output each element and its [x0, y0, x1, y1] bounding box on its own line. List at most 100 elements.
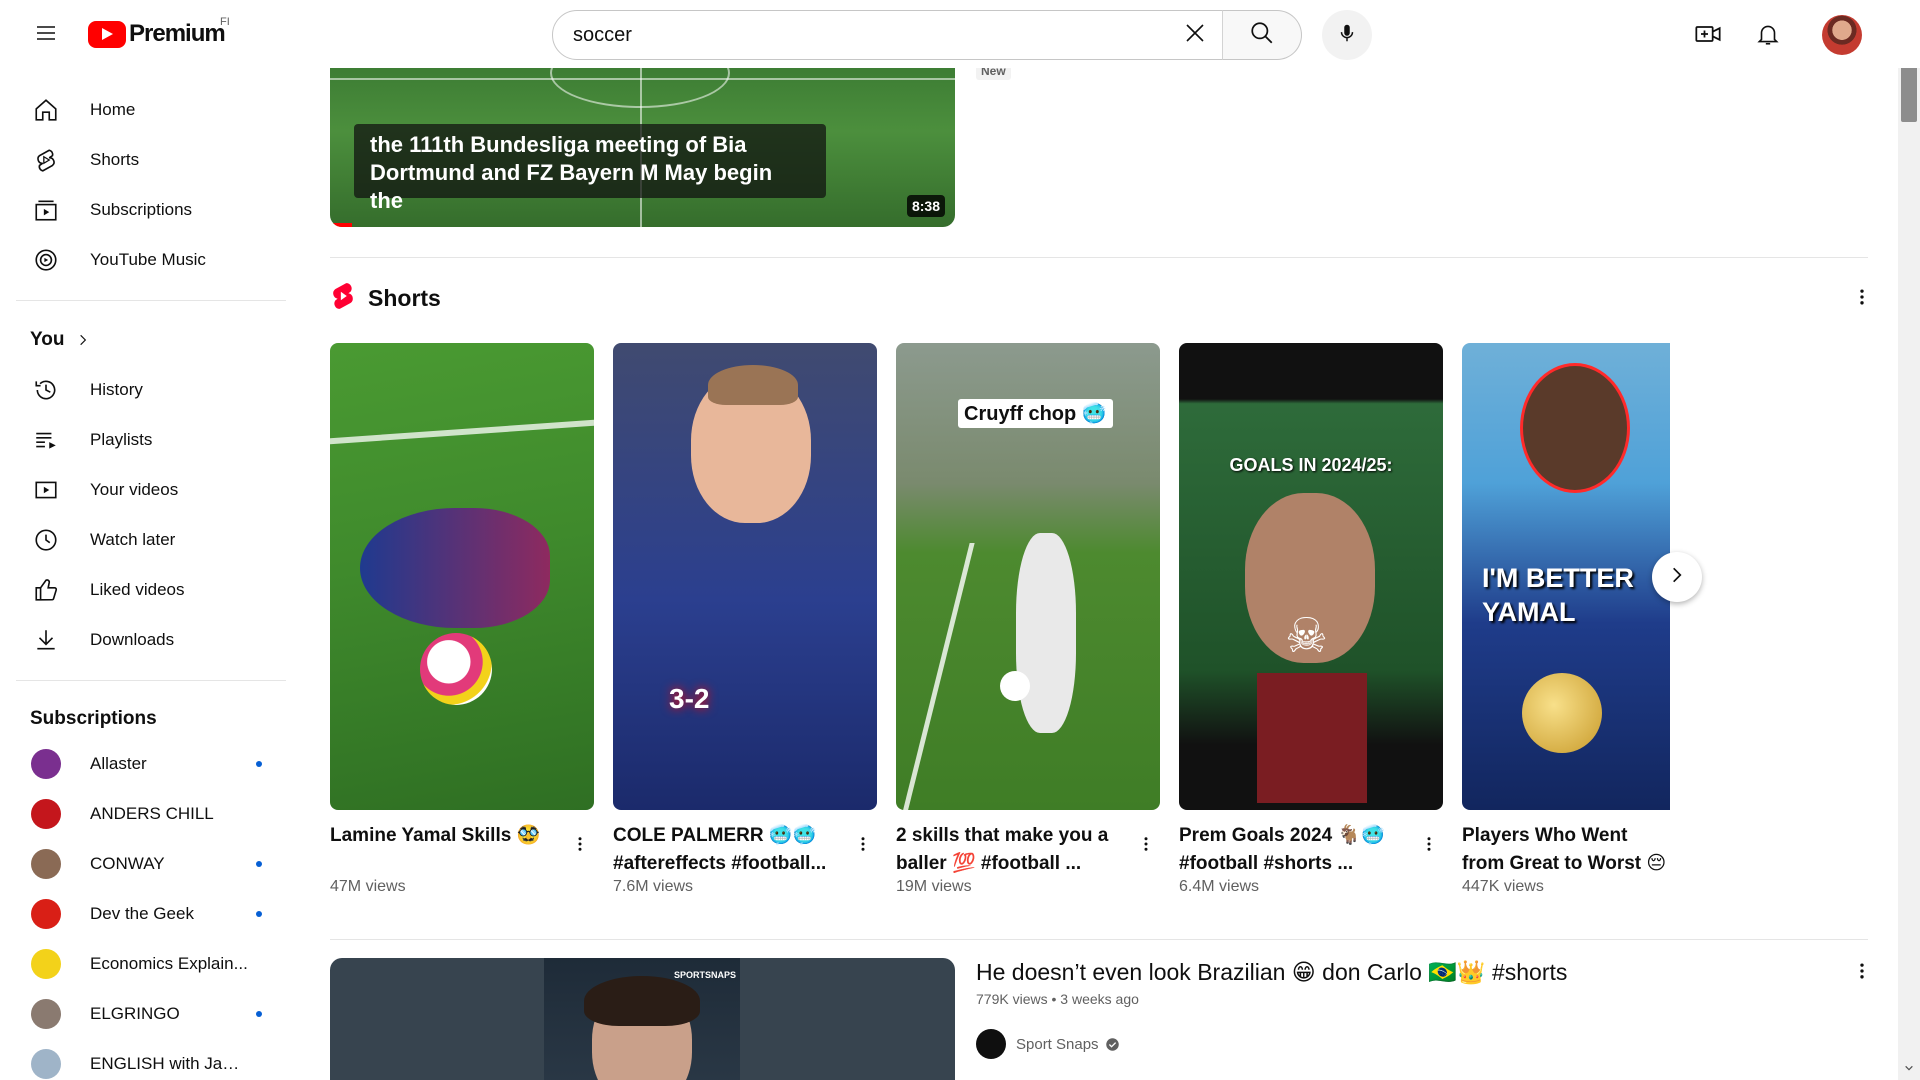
subscription-avatar-wrap — [16, 990, 76, 1038]
sidebar-item-label: Home — [90, 100, 136, 119]
short-more-button[interactable] — [1132, 828, 1160, 864]
short-more-button[interactable] — [1415, 828, 1443, 864]
channel-avatar — [31, 949, 61, 979]
menu-button[interactable] — [26, 15, 66, 55]
page-scrollbar[interactable] — [1898, 0, 1920, 1080]
subscription-label: ELGRINGO — [90, 1004, 180, 1023]
short-overlay-text: GOALS IN 2024/25: — [1229, 455, 1393, 475]
video-thumbnail[interactable]: SPORTSNAPS — [330, 958, 955, 1080]
search-box[interactable] — [552, 10, 1224, 60]
divider — [16, 680, 286, 681]
clear-search-button[interactable] — [1175, 15, 1215, 55]
short-overlay-text: Cruyff chop 🥶 — [958, 399, 1113, 428]
channel-avatar — [31, 999, 61, 1029]
scroll-down-button[interactable] — [1898, 1058, 1920, 1080]
score-overlay: 3-2 — [669, 683, 710, 714]
channel-avatar — [976, 1029, 1006, 1059]
youtube-premium-logo[interactable]: Premium FI — [88, 16, 230, 49]
short-more-button[interactable] — [566, 828, 594, 864]
short-thumbnail[interactable]: Cruyff chop 🥶 — [896, 343, 1160, 810]
short-more-button[interactable] — [849, 828, 877, 864]
short-thumbnail[interactable]: 3-2 — [613, 343, 877, 810]
short-title[interactable]: COLE PALMERR 🥶🥶 #aftereffects #football.… — [613, 822, 843, 878]
chevron-down-icon — [1904, 1060, 1914, 1078]
short-card[interactable]: Lamine Yamal Skills 🥸 47M views — [330, 343, 594, 896]
pitch-circle — [550, 68, 730, 108]
short-card[interactable]: I'M BETTER YAMAL Players Who Went from G… — [1462, 343, 1670, 896]
create-button[interactable] — [1686, 14, 1730, 58]
sidebar-item-label: History — [90, 380, 143, 399]
sidebar-item-label: Shorts — [90, 150, 140, 169]
you-section-link[interactable]: You — [30, 329, 90, 351]
video-thumbnail[interactable]: the 111th Bundesliga meeting of Bia Dort… — [330, 68, 955, 227]
voice-search-button[interactable] — [1322, 10, 1372, 60]
subscription-item[interactable]: ELGRINGO — [16, 990, 280, 1038]
divider — [330, 257, 1868, 258]
player-hair — [708, 365, 798, 405]
short-title[interactable]: Prem Goals 2024 🐐🥶 #football #shorts ... — [1179, 822, 1409, 878]
subscription-item[interactable]: Economics Explain... — [16, 940, 280, 988]
shorts-icon — [16, 136, 76, 184]
shelf-more-button[interactable] — [1846, 283, 1870, 315]
sidebar-item-shorts[interactable]: Shorts — [16, 136, 280, 184]
sidebar-item-youtube-music[interactable]: YouTube Music — [16, 236, 280, 284]
subscription-item[interactable]: CONWAY — [16, 840, 280, 888]
short-title[interactable]: Lamine Yamal Skills 🥸 — [330, 822, 560, 878]
sidebar-item-home[interactable]: Home — [16, 86, 280, 134]
short-thumbnail[interactable] — [330, 343, 594, 810]
sidebar-item-liked-videos[interactable]: Liked videos — [16, 566, 280, 614]
channel-link[interactable]: Sport Snaps — [976, 1029, 1120, 1059]
sidebar-item-playlists[interactable]: Playlists — [16, 416, 280, 464]
player-face — [1520, 363, 1630, 493]
playlists-icon — [16, 416, 76, 464]
shelf-next-button[interactable] — [1652, 552, 1702, 602]
subscription-avatar-wrap — [16, 840, 76, 888]
sidebar-item-label: Subscriptions — [90, 200, 193, 219]
subscriptions-icon — [16, 186, 76, 234]
short-card[interactable]: GOALS IN 2024/25: ☠ Prem Goals 2024 🐐🥶 #… — [1179, 343, 1443, 896]
subscription-item[interactable]: Allaster — [16, 740, 280, 788]
meta-separator: • — [1051, 991, 1061, 1007]
sidebar-item-your-videos[interactable]: Your videos — [16, 466, 280, 514]
video-more-button[interactable] — [1846, 957, 1870, 989]
subscription-item[interactable]: ANDERS CHILL — [16, 790, 280, 838]
verified-icon — [1105, 1037, 1120, 1052]
account-avatar[interactable] — [1822, 15, 1862, 55]
new-content-dot — [256, 861, 262, 867]
sidebar-item-label: Playlists — [90, 430, 153, 449]
subscription-item[interactable]: ENGLISH with Jam... — [16, 1040, 280, 1080]
short-card[interactable]: 3-2 COLE PALMERR 🥶🥶 #aftereffects #footb… — [613, 343, 877, 896]
ball — [420, 633, 492, 705]
channel-name: Sport Snaps — [1016, 1035, 1099, 1053]
video-title[interactable]: He doesn’t even look Brazilian 😁 don Car… — [976, 957, 1567, 987]
short-views: 47M views — [330, 878, 406, 895]
subscription-item[interactable]: Dev the Geek — [16, 890, 280, 938]
short-title[interactable]: 2 skills that make you a baller 💯 #footb… — [896, 822, 1126, 878]
sidebar-item-downloads[interactable]: Downloads — [16, 616, 280, 664]
divider — [16, 300, 286, 301]
sidebar-item-subscriptions[interactable]: Subscriptions — [16, 186, 280, 234]
thumbnail-watermark: SPORTSNAPS — [674, 970, 737, 980]
shorts-shelf-title: Shorts — [368, 284, 441, 311]
your-videos-icon — [16, 466, 76, 514]
sidebar-item-watch-later[interactable]: Watch later — [16, 516, 280, 564]
subscription-avatar-wrap — [16, 890, 76, 938]
watch-progress-bar — [330, 223, 352, 227]
channel-avatar — [31, 749, 61, 779]
watch-later-icon — [16, 516, 76, 564]
mic-icon — [1336, 22, 1358, 49]
sidebar-item-history[interactable]: History — [16, 366, 280, 414]
search-button[interactable] — [1222, 10, 1302, 60]
short-title[interactable]: Players Who Went from Great to Worst 😔 .… — [1462, 822, 1670, 878]
video-meta: 779K views • 3 weeks ago — [976, 991, 1139, 1007]
notifications-button[interactable] — [1746, 14, 1790, 58]
short-thumbnail[interactable]: GOALS IN 2024/25: ☠ — [1179, 343, 1443, 810]
short-views: 447K views — [1462, 878, 1544, 895]
search-input[interactable] — [573, 23, 1175, 47]
skull-icon: ☠ — [1285, 610, 1329, 663]
short-thumbnail[interactable]: I'M BETTER YAMAL — [1462, 343, 1670, 810]
home-icon — [16, 86, 76, 134]
short-views: 7.6M views — [613, 878, 694, 895]
country-code: FI — [220, 16, 230, 28]
short-card[interactable]: Cruyff chop 🥶 2 skills that make you a b… — [896, 343, 1160, 896]
